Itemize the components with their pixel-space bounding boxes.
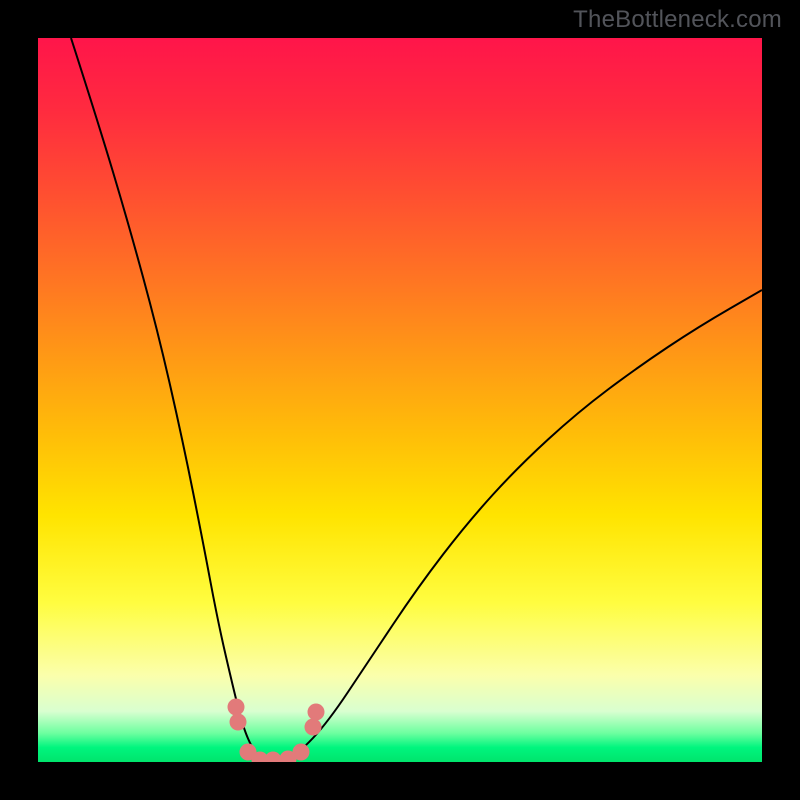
trough-marker [265, 752, 282, 763]
trough-marker [228, 699, 245, 716]
trough-markers-group [228, 699, 325, 763]
trough-marker [230, 714, 247, 731]
bottleneck-curve [71, 38, 762, 762]
trough-marker [305, 719, 322, 736]
watermark-text: TheBottleneck.com [573, 6, 782, 34]
chart-frame: TheBottleneck.com [0, 0, 800, 800]
trough-marker [293, 744, 310, 761]
plot-area [38, 38, 762, 762]
chart-svg [38, 38, 762, 762]
trough-marker [308, 704, 325, 721]
